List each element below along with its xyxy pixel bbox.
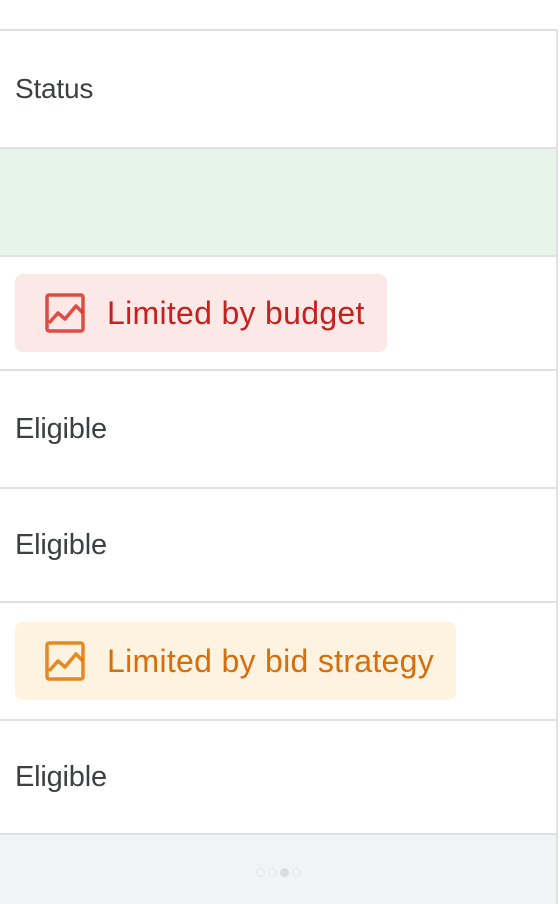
table-row: Limited by budget (0, 257, 556, 371)
chart-line-icon (43, 639, 87, 683)
status-chip-limited-by-budget[interactable]: Limited by budget (15, 274, 387, 352)
status-chip-limited-by-bid-strategy[interactable]: Limited by bid strategy (15, 622, 457, 700)
page-dot[interactable] (255, 867, 265, 877)
status-text: Eligible (15, 412, 107, 445)
table-frame: Status Limited by budget Eligible Eligib… (0, 0, 560, 904)
table-row: Eligible (0, 721, 556, 835)
status-chip-label: Limited by budget (107, 294, 365, 331)
status-chip-label: Limited by bid strategy (107, 642, 435, 679)
top-strip (0, 0, 560, 29)
table-row: Eligible (0, 489, 556, 603)
table-row: Eligible (0, 371, 556, 489)
page-dot[interactable] (291, 867, 301, 877)
column-header-label: Status (15, 73, 94, 104)
table-footer (0, 835, 556, 904)
pagination-dots (255, 867, 301, 877)
summary-row (0, 149, 556, 257)
status-table: Status Limited by budget Eligible Eligib… (0, 29, 558, 904)
status-text: Eligible (15, 760, 107, 793)
page-dot-active[interactable] (279, 867, 289, 877)
page-dot[interactable] (267, 867, 277, 877)
chart-line-icon (43, 291, 87, 335)
column-header-status[interactable]: Status (0, 31, 556, 149)
status-text: Eligible (15, 528, 107, 561)
table-row: Limited by bid strategy (0, 603, 556, 721)
